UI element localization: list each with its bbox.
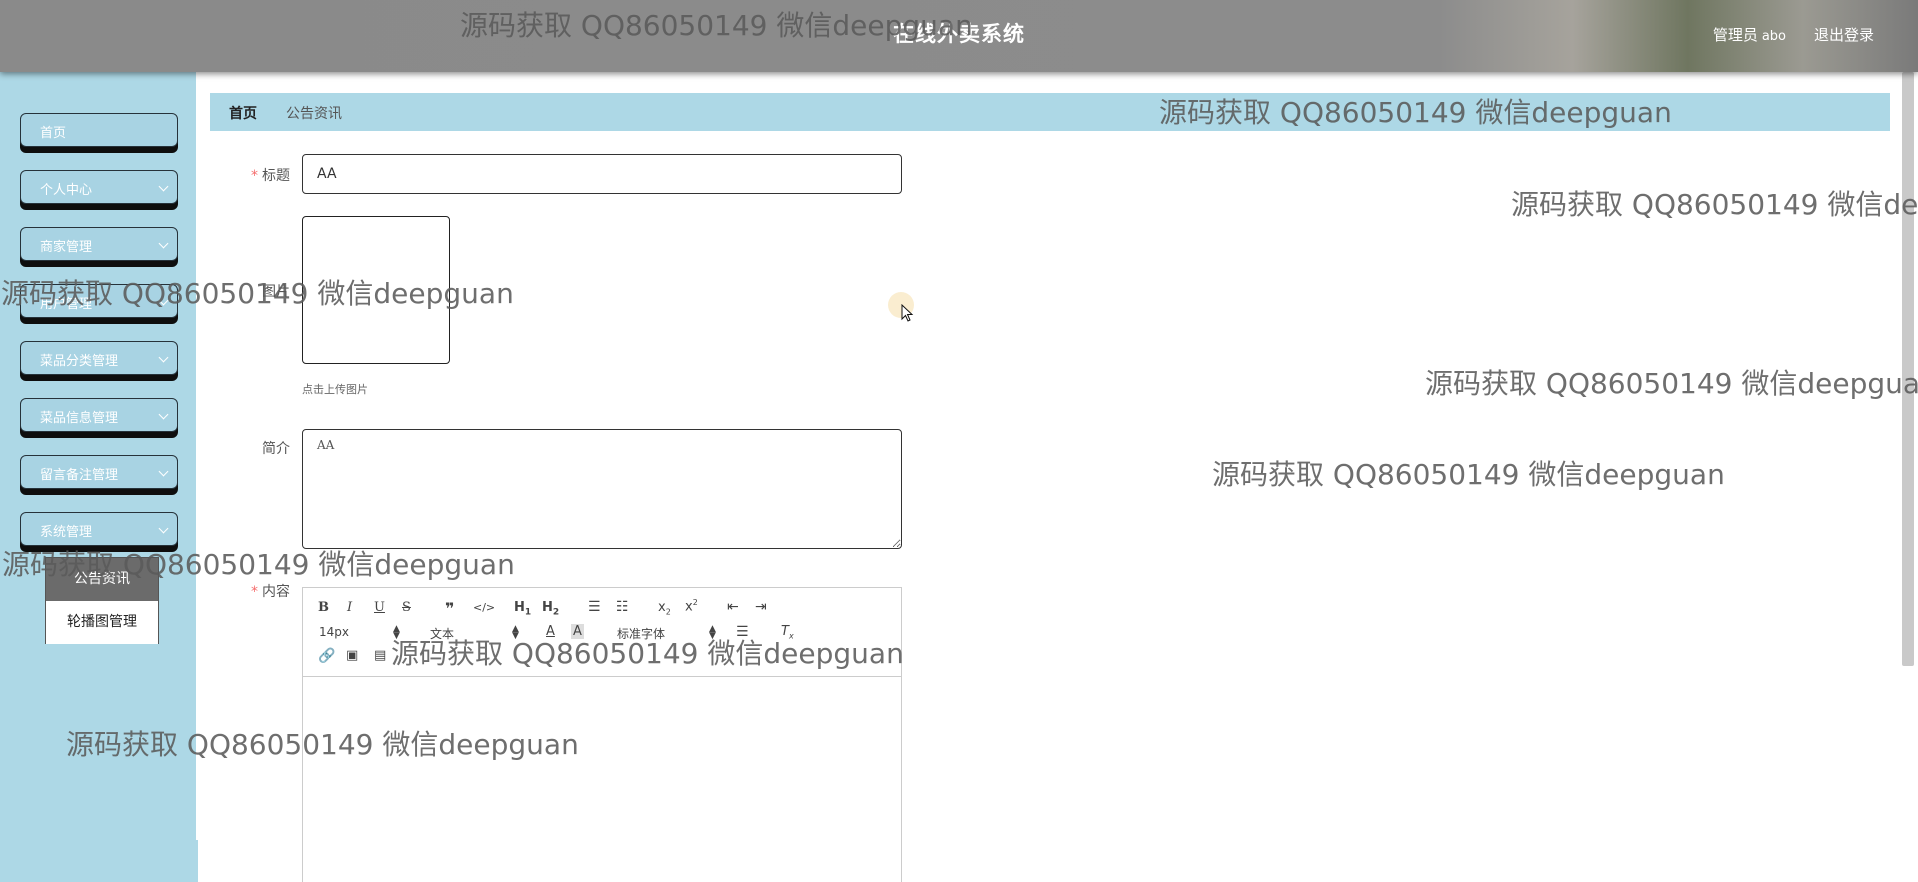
background-color-icon[interactable]: A [571,624,584,639]
sidebar-divider [196,72,199,840]
blockquote-icon[interactable]: ❞ [445,599,454,618]
watermark: 源码获取 QQ86050149 微信deepguan [1511,188,1918,221]
chevron-down-icon [158,523,169,534]
select-arrows-icon: ▲ ▼ [393,624,400,641]
sidebar-item-users[interactable]: 用户管理 [20,284,178,318]
system-submenu: 公告资讯 轮播图管理 [45,557,159,644]
mouse-cursor-icon [901,304,914,322]
user-role: 管理员 [1712,26,1758,44]
title-label: * 标题 [251,168,290,184]
outdent-icon[interactable]: ⇤ [727,599,739,615]
superscript-icon[interactable]: x2 [685,598,698,614]
heading1-icon[interactable]: H1 [514,600,531,618]
top-header: 在线外卖系统 管理员 abo 退出登录 [0,0,1918,72]
code-block-icon[interactable]: </> [473,601,495,614]
link-icon[interactable]: 🔗 [318,648,335,664]
video-icon[interactable]: ▤ [374,648,386,663]
sidebar-item-label: 商家管理 [40,240,93,255]
submenu-item-carousel[interactable]: 轮播图管理 [46,601,158,644]
clear-format-icon[interactable]: Tx [781,624,794,641]
upload-tip: 点击上传图片 [302,383,368,396]
chevron-down-icon [158,181,169,192]
font-color-icon[interactable]: A [546,624,555,639]
image-upload-box[interactable] [302,216,450,364]
breadcrumb: 首页 公告资讯 [210,93,1890,131]
content-editor[interactable]: B I U S ❞ </> H1 H2 ☰ ☷ x2 x2 ⇤ ⇥ 14px ▲… [302,587,902,882]
sidebar-item-label: 首页 [40,126,67,141]
sidebar-item-home[interactable]: 首页 [20,113,178,147]
sidebar-item-personal-center[interactable]: 个人中心 [20,170,178,204]
header-select[interactable]: 文本 ▲ ▼ [430,625,520,642]
sidebar-item-label: 菜品信息管理 [40,411,119,426]
watermark: 源码获取 QQ86050149 微信deepguan [1212,458,1725,491]
font-family-select[interactable]: 标准字体 ▲ ▼ [617,625,717,642]
subscript-icon[interactable]: x2 [658,600,671,617]
sidebar-item-messages[interactable]: 留言备注管理 [20,455,178,489]
chevron-down-icon [158,295,169,306]
image-label: 图片 [262,284,290,300]
app-title: 在线外卖系统 [893,21,1025,46]
watermark: 源码获取 QQ86050149 微信deepguan [1425,367,1918,400]
intro-textarea[interactable] [302,429,902,549]
underline-icon[interactable]: U [374,600,385,615]
indent-icon[interactable]: ⇥ [755,599,767,615]
strikethrough-icon[interactable]: S [402,600,411,615]
italic-icon[interactable]: I [347,600,352,615]
user-info: 管理员 abo [1713,24,1786,45]
chevron-down-icon [158,352,169,363]
sidebar-item-label: 用户管理 [40,297,93,312]
sidebar-item-merchant[interactable]: 商家管理 [20,227,178,261]
chevron-down-icon [158,466,169,477]
sidebar-item-system[interactable]: 系统管理 [20,512,178,546]
sidebar-item-dish-category[interactable]: 菜品分类管理 [20,341,178,375]
align-icon[interactable]: ☰ [736,624,749,640]
intro-label: 简介 [262,441,290,457]
heading2-icon[interactable]: H2 [542,600,559,618]
sidebar-item-label: 留言备注管理 [40,468,119,483]
chevron-down-icon [158,409,169,420]
select-arrows-icon: ▲ ▼ [512,624,519,641]
sidebar-item-dish-info[interactable]: 菜品信息管理 [20,398,178,432]
chevron-down-icon [158,238,169,249]
submenu-item-announcements[interactable]: 公告资讯 [46,558,158,601]
logout-button[interactable]: 退出登录 [1814,24,1874,45]
image-icon[interactable]: ▣ [346,648,358,663]
sidebar-item-label: 菜品分类管理 [40,354,119,369]
editor-toolbar: B I U S ❞ </> H1 H2 ☰ ☷ x2 x2 ⇤ ⇥ 14px ▲… [303,588,901,677]
font-size-select[interactable]: 14px ▲ ▼ [319,624,400,641]
user-name: abo [1761,29,1786,44]
required-mark: * [251,584,258,600]
content-label: * 内容 [251,584,290,600]
breadcrumb-home[interactable]: 首页 [229,103,257,123]
required-mark: * [251,168,258,184]
title-input[interactable] [302,154,902,194]
sidebar-item-label: 个人中心 [40,183,93,198]
ordered-list-icon[interactable]: ☰ [588,599,601,615]
breadcrumb-current: 公告资讯 [286,106,342,122]
select-arrows-icon: ▲ ▼ [709,624,716,641]
bold-icon[interactable]: B [318,600,329,615]
bullet-list-icon[interactable]: ☷ [616,599,629,615]
page-scrollbar[interactable] [1902,72,1914,666]
sidebar-item-label: 系统管理 [40,525,93,540]
